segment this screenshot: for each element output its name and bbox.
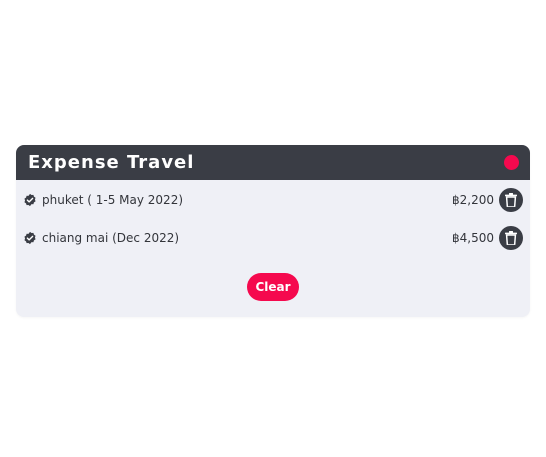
clear-button[interactable]: Clear bbox=[247, 273, 299, 301]
trash-icon bbox=[505, 231, 517, 245]
expense-item-amount: ฿4,500 bbox=[452, 231, 494, 245]
check-badge-icon bbox=[24, 231, 36, 245]
expense-card: Expense Travel phuket ( 1-5 May 2022) ฿2… bbox=[16, 145, 530, 317]
close-dot-icon[interactable] bbox=[504, 155, 519, 170]
card-header: Expense Travel bbox=[16, 145, 530, 180]
expense-item-amount: ฿2,200 bbox=[452, 193, 494, 207]
card-title: Expense Travel bbox=[28, 152, 195, 173]
expense-list-item: phuket ( 1-5 May 2022) ฿2,200 bbox=[16, 185, 530, 215]
trash-icon bbox=[505, 193, 517, 207]
expense-item-label: chiang mai (Dec 2022) bbox=[42, 231, 180, 245]
expense-list-item: chiang mai (Dec 2022) ฿4,500 bbox=[16, 223, 530, 253]
check-badge-icon bbox=[24, 193, 36, 207]
delete-button[interactable] bbox=[499, 188, 523, 212]
delete-button[interactable] bbox=[499, 226, 523, 250]
expense-item-label: phuket ( 1-5 May 2022) bbox=[42, 193, 184, 207]
